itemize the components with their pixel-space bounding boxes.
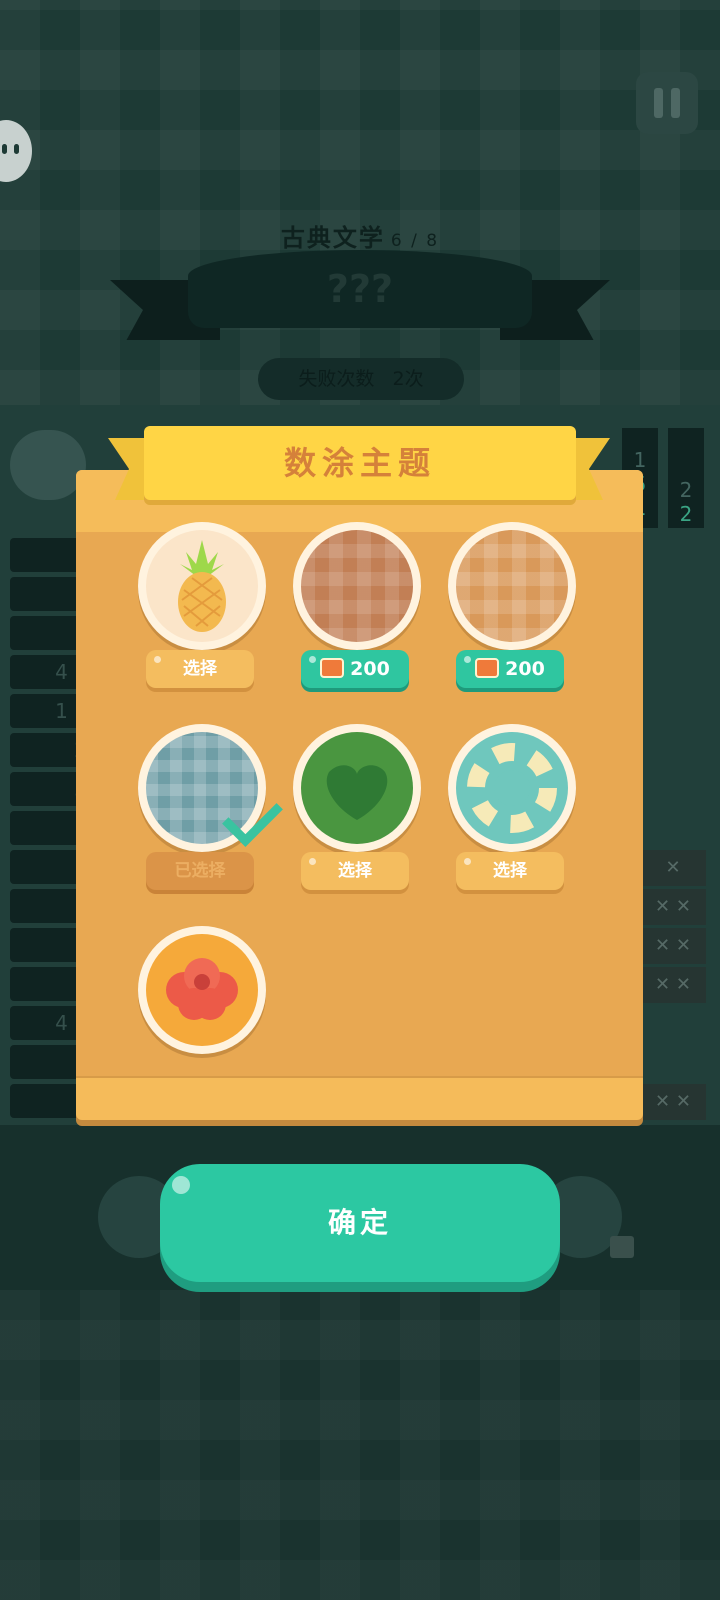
leaf-icon <box>301 732 413 844</box>
level-title: 古典文学 6 / 8 <box>0 218 720 253</box>
fail-count-value: 2次 <box>392 368 424 390</box>
theme-pineapple[interactable] <box>138 522 266 650</box>
coin-icon <box>320 658 345 678</box>
dialog-footer <box>76 1076 643 1120</box>
button-shine <box>464 858 471 865</box>
theme-select-button[interactable]: 选择 <box>146 650 254 688</box>
theme-select-button[interactable]: 选择 <box>301 852 409 890</box>
tan-plaid-icon <box>456 530 568 642</box>
pause-icon-bar-right <box>671 88 680 118</box>
column-clue: 2 2 <box>668 428 704 528</box>
theme-buy-button[interactable]: 200 <box>301 650 409 688</box>
fail-count-label: 失败次数 <box>298 368 375 390</box>
theme-button-label: 选择 <box>338 861 372 881</box>
theme-price: 200 <box>350 658 390 680</box>
pineapple-icon <box>146 530 258 642</box>
button-shine <box>172 1176 190 1194</box>
brown-plaid-icon <box>301 530 413 642</box>
pause-button[interactable] <box>636 72 698 134</box>
theme-tan-plaid[interactable] <box>448 522 576 650</box>
puzzle-name: ??? <box>188 250 532 328</box>
theme-dialog: 选择 200 200 已选择 选择 选择 <box>76 470 643 1120</box>
button-shine <box>309 858 316 865</box>
theme-button-label: 选择 <box>183 659 217 679</box>
theme-button-label: 已选择 <box>174 861 226 881</box>
column-clue-value: 2 <box>679 478 693 502</box>
theme-select-button[interactable]: 选择 <box>456 852 564 890</box>
dialog-title: 数涂主题 <box>144 426 576 500</box>
column-clue-value: 1 <box>633 448 647 472</box>
hibiscus-icon <box>146 934 258 1046</box>
avatar-eye-right <box>14 144 19 154</box>
board-cell[interactable]: ✕ ✕ <box>640 889 706 925</box>
coin-icon <box>475 658 500 678</box>
theme-leaf[interactable] <box>293 724 421 852</box>
theme-price: 200 <box>505 658 545 680</box>
fail-count-badge: 失败次数 2次 <box>258 358 464 400</box>
confirm-button[interactable]: 确定 <box>160 1164 560 1282</box>
board-cell[interactable]: ✕ ✕ <box>640 928 706 964</box>
theme-brown-plaid[interactable] <box>293 522 421 650</box>
palette-icon[interactable] <box>10 430 86 500</box>
column-clue-value: 2 <box>679 502 693 526</box>
level-progress: 6 / 8 <box>390 231 440 251</box>
theme-selected-button: 已选择 <box>146 852 254 890</box>
level-name: 古典文学 <box>280 224 385 252</box>
lifebuoy-icon <box>456 732 568 844</box>
board-cell[interactable]: ✕ ✕ <box>640 967 706 1003</box>
button-shine <box>154 656 161 663</box>
video-ad-icon <box>610 1236 634 1258</box>
board-cell[interactable]: ✕ <box>640 850 706 886</box>
theme-button-label: 选择 <box>493 861 527 881</box>
pause-icon-bar-left <box>654 88 663 118</box>
theme-hibiscus[interactable] <box>138 926 266 1054</box>
button-shine <box>309 656 316 663</box>
confirm-label: 确定 <box>327 1206 392 1239</box>
puzzle-name-ribbon: ??? <box>110 250 610 370</box>
button-shine <box>464 656 471 663</box>
theme-buy-button[interactable]: 200 <box>456 650 564 688</box>
avatar-eye-left <box>2 144 7 154</box>
board-cell[interactable]: ✕ ✕ <box>640 1084 706 1120</box>
game-background-bottom <box>0 1290 720 1600</box>
theme-lifebuoy[interactable] <box>448 724 576 852</box>
